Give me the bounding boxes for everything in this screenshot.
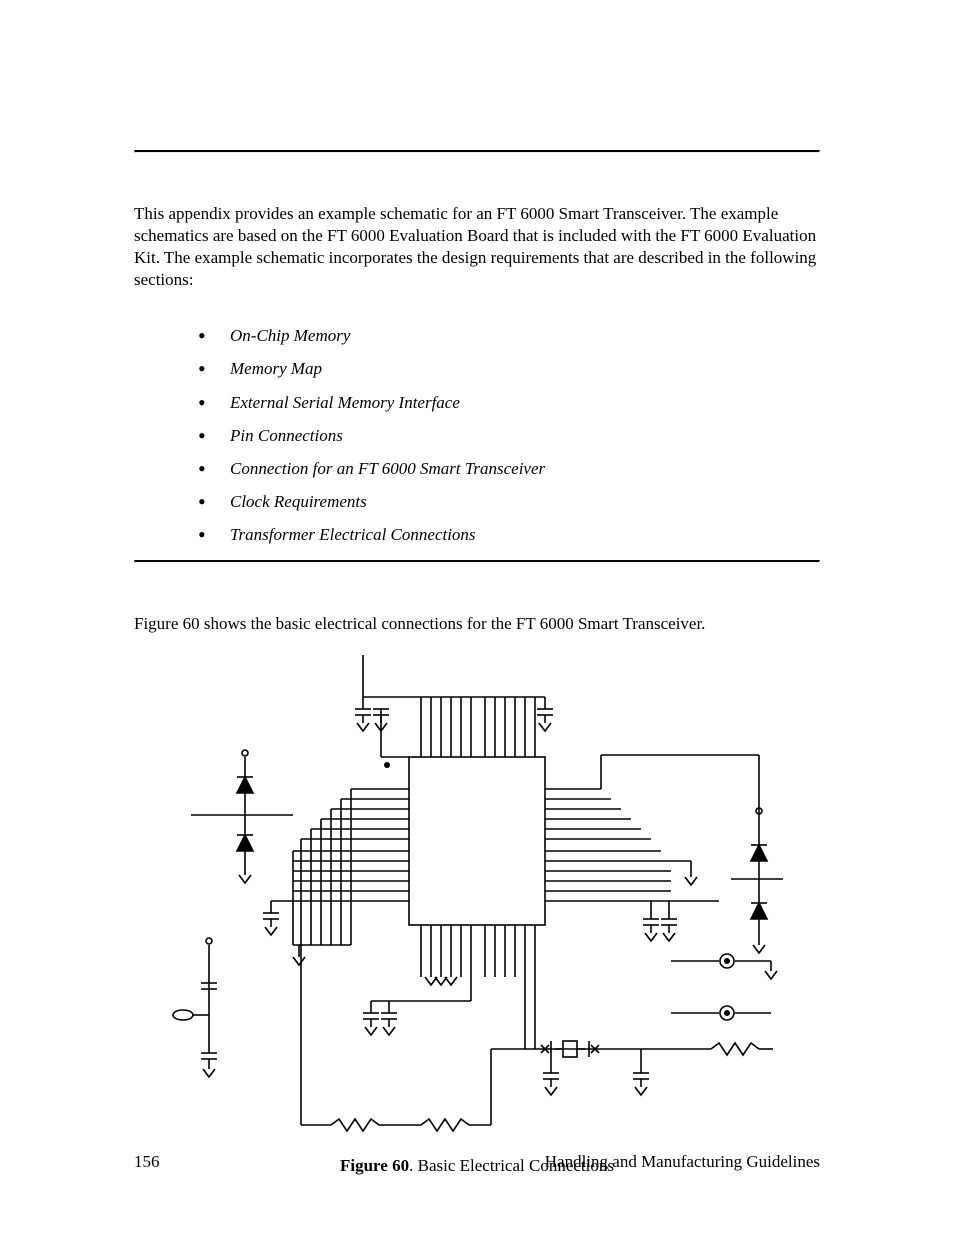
list-item: Pin Connections	[194, 425, 820, 447]
section-list: On-Chip Memory Memory Map External Seria…	[194, 325, 820, 546]
list-item: Transformer Electrical Connections	[194, 524, 820, 546]
list-item: Connection for an FT 6000 Smart Transcei…	[194, 458, 820, 480]
list-item: On-Chip Memory	[194, 325, 820, 347]
mid-rule	[134, 560, 820, 563]
list-item: Clock Requirements	[194, 491, 820, 513]
intro-paragraph: This appendix provides an example schema…	[134, 203, 820, 291]
list-item: Memory Map	[194, 358, 820, 380]
list-item: External Serial Memory Interface	[194, 392, 820, 414]
footer-section-title: Handling and Manufacturing Guidelines	[545, 1151, 820, 1173]
figure-intro: Figure 60 shows the basic electrical con…	[134, 613, 820, 635]
page-number: 156	[134, 1151, 160, 1173]
schematic-figure	[171, 645, 783, 1135]
top-rule	[134, 150, 820, 153]
